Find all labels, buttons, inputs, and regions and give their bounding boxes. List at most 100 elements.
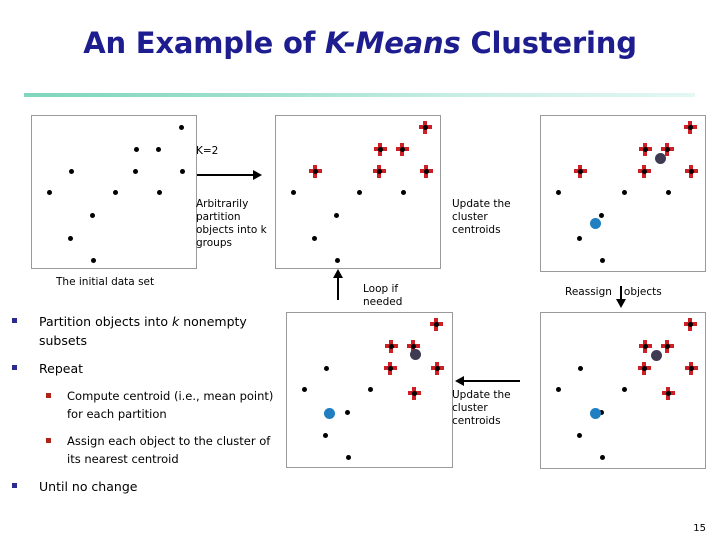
cross-core [387,365,393,371]
data-point-dot [90,257,96,263]
cross-core [376,168,382,174]
label-arbitrarily-partition: Arbitrarily partition objects into k gro… [196,198,267,249]
data-point-dot [112,189,118,195]
bullet-text-pre: Until no change [39,479,138,494]
bullet-text-pre: Partition objects into [39,314,172,329]
arrow-up-loop-head [333,269,343,278]
data-point-dot [322,432,328,438]
bullet-text: Until no change [39,477,137,496]
cross-core [641,365,647,371]
cross-core [577,168,583,174]
bullet-item: Assign each object to the cluster of its… [12,432,274,468]
data-point-dot [665,189,671,195]
data-point-dot [178,124,184,130]
cross-core [388,343,394,349]
bullet-square-icon [46,393,51,398]
bullet-square-icon [12,318,17,323]
centroid-marker-blue [589,407,601,419]
data-point-dot [621,189,627,195]
data-point-dot [46,189,52,195]
cross-core [641,168,647,174]
bullet-text-pre: Repeat [39,361,84,376]
cross-core [687,124,693,130]
bullet-item: Partition objects into k nonempty subset… [12,312,274,350]
cluster-cross-marker [308,164,322,178]
title-prefix: An Example of [83,26,326,60]
bullet-text: Assign each object to the cluster of its… [67,432,274,468]
cluster-cross-marker [660,339,674,353]
data-point-dot [576,432,582,438]
cluster-cross-marker [684,164,698,178]
title-suffix: Clustering [460,26,637,60]
arrow-up-loop [337,276,339,300]
data-point-dot [68,168,74,174]
bullet-text: Compute centroid (i.e., mean point) for … [67,387,274,423]
data-point-dot [311,235,317,241]
bullet-text-pre: Compute centroid (i.e., mean point) for … [67,389,274,421]
cross-core [312,168,318,174]
cluster-cross-marker [429,317,443,331]
arrow-right-partition [197,174,255,176]
cross-core [642,343,648,349]
bullet-item: Repeat [12,359,274,378]
cross-core [410,343,416,349]
cluster-cross-marker [683,120,697,134]
label-loop-if-needed: Loop if needed [363,283,403,308]
cluster-cross-marker [407,386,421,400]
data-point-dot [179,168,185,174]
centroid-marker-dark [650,349,662,361]
cross-core [411,390,417,396]
label-reassign-objects-b: objects [623,286,662,298]
cluster-cross-marker [430,361,444,375]
data-point-dot [577,365,583,371]
data-point-dot [555,189,561,195]
data-point-dot [133,146,139,152]
data-point-dot [345,454,351,460]
data-point-dot [155,146,161,152]
cluster-cross-marker [661,386,675,400]
data-point-dot [67,235,73,241]
cross-core [687,321,693,327]
cluster-cross-marker [383,361,397,375]
cluster-cross-marker [684,361,698,375]
cross-core [688,168,694,174]
data-point-dot [555,386,561,392]
centroid-marker-blue [323,407,335,419]
bullet-list: Partition objects into k nonempty subset… [12,312,274,505]
cross-core [664,343,670,349]
centroid-marker-dark [409,348,421,360]
label-update-centroids-bottom: Update the cluster centroids [452,389,511,427]
centroid-marker-dark [654,152,666,164]
cluster-cross-marker [638,142,652,156]
cross-core [423,168,429,174]
bullet-item: Until no change [12,477,274,496]
label-k-value: K=2 [196,145,219,157]
bullet-text: Partition objects into k nonempty subset… [39,312,274,350]
cross-core [399,146,405,152]
data-point-dot [290,189,296,195]
bullet-square-icon [12,365,17,370]
bullet-text-pre: Assign each object to the cluster of its… [67,434,271,466]
scatter-panel-partition [275,115,441,269]
cross-core [642,146,648,152]
data-point-dot [334,257,340,263]
arrow-right-partition-head [253,170,262,180]
data-point-dot [333,212,339,218]
data-point-dot [576,235,582,241]
data-point-dot [599,257,605,263]
data-point-dot [356,189,362,195]
page-number: 15 [693,523,706,534]
cluster-cross-marker [373,142,387,156]
label-reassign-objects: Reassign objects [565,286,662,299]
data-point-dot [367,386,373,392]
data-point-dot [400,189,406,195]
label-initial-data-set: The initial data set [56,276,155,288]
label-update-centroids-top: Update the cluster centroids [452,198,511,236]
data-point-dot [323,365,329,371]
data-point-dot [89,212,95,218]
arrow-down-reassign-head [616,299,626,308]
cluster-cross-marker [637,164,651,178]
cluster-cross-marker [573,164,587,178]
cross-core [422,124,428,130]
cluster-cross-marker [683,317,697,331]
